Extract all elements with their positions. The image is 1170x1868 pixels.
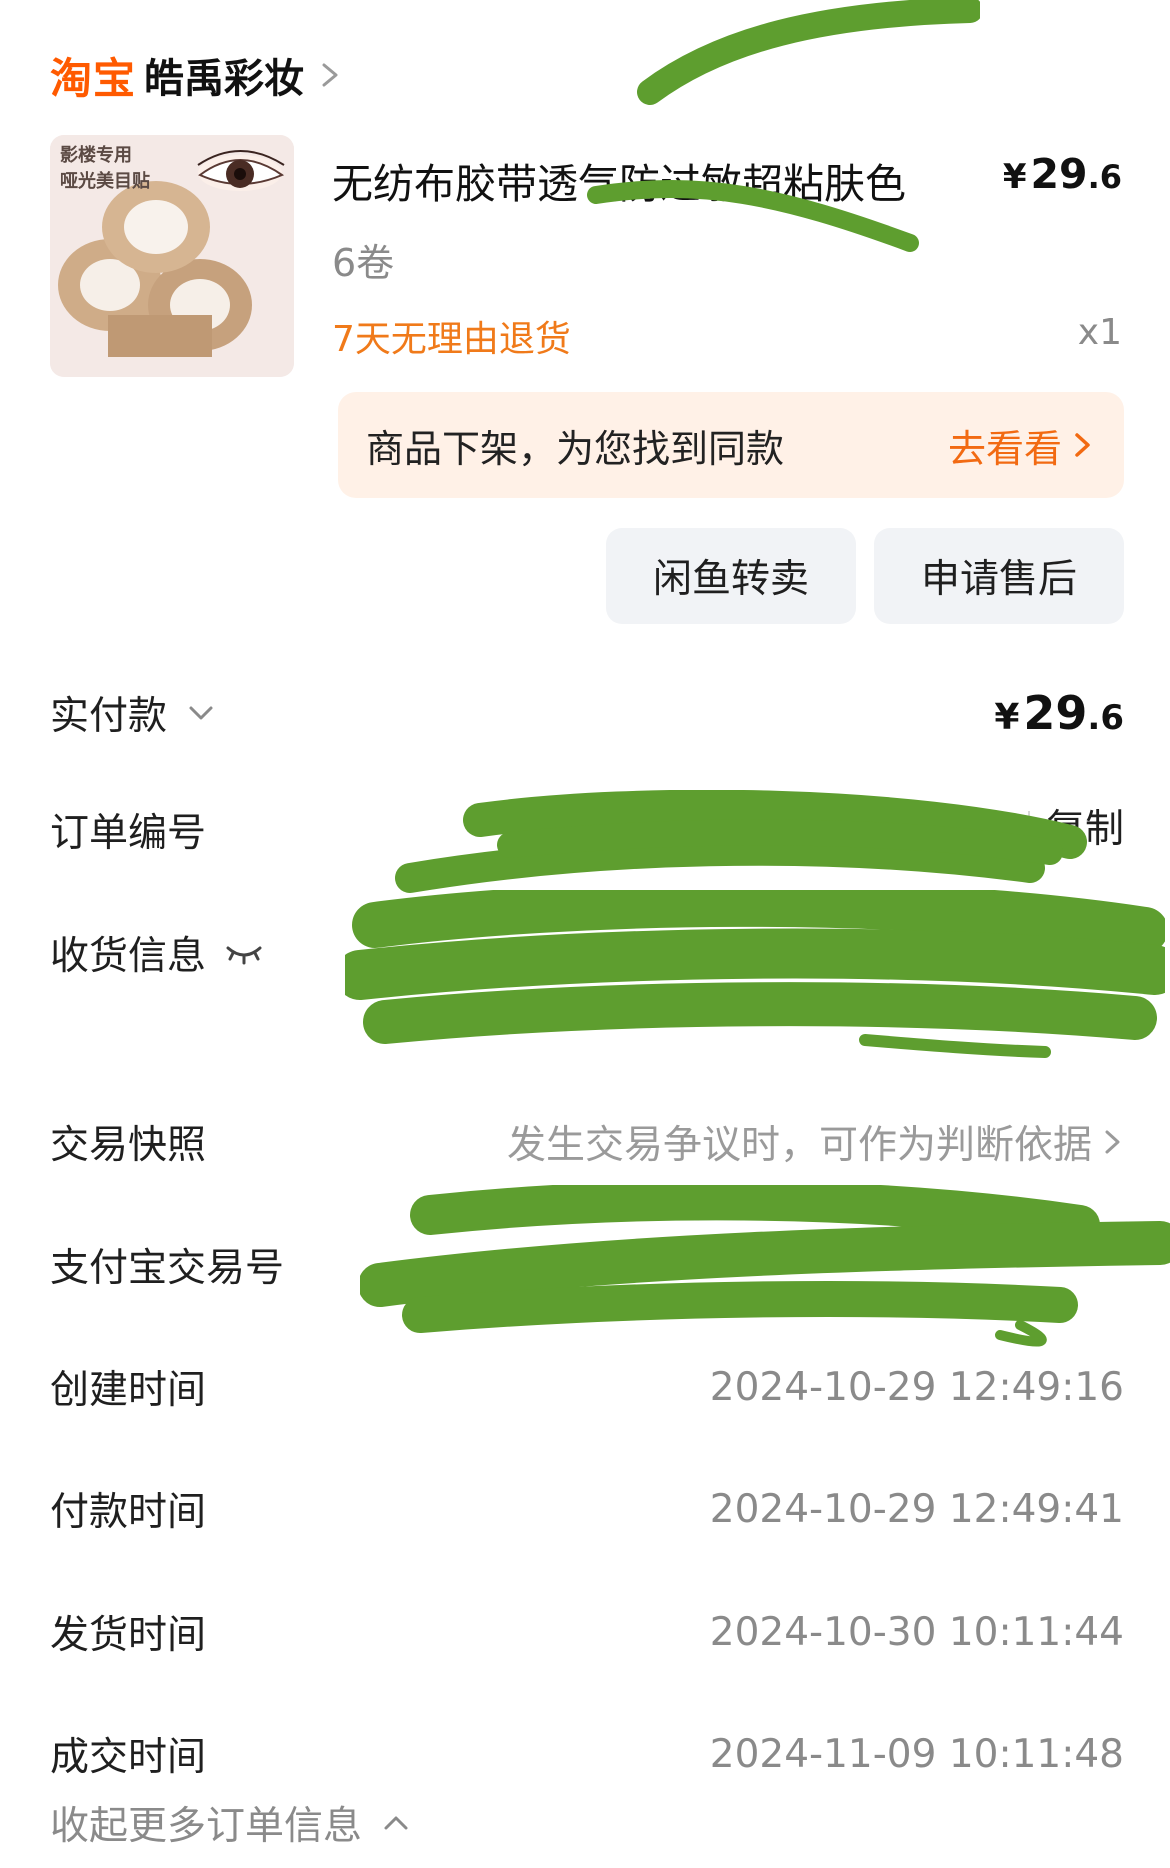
view-similar-label: 去看看 — [947, 426, 1062, 471]
product-price: ¥29.6 — [1003, 150, 1122, 198]
completed-time-row: 成交时间 2024-11-09 10:11:48 — [50, 1719, 1124, 1789]
chevron-right-icon — [322, 63, 338, 87]
price-currency: ¥ — [1002, 157, 1027, 197]
taobao-logo: 淘宝 — [50, 53, 137, 103]
total-integer: 29 — [1023, 686, 1088, 740]
alipay-trade-label: 支付宝交易号 — [50, 1246, 285, 1291]
total-paid-label: 实付款 — [50, 694, 168, 739]
order-number-row: 订单编号 复制 — [50, 795, 1124, 865]
product-spec: 6卷 — [332, 241, 395, 285]
view-similar-link[interactable]: 去看看 — [948, 418, 1094, 473]
order-number-label: 订单编号 — [50, 811, 207, 856]
snapshot-link[interactable]: 发生交易争议时，可作为判断依据 — [507, 1114, 1124, 1170]
chevron-right-icon — [1105, 1130, 1120, 1154]
snapshot-hint: 发生交易争议时，可作为判断依据 — [506, 1123, 1092, 1168]
copy-order-number-button[interactable]: 复制 — [1027, 810, 1124, 849]
product-quantity: x1 — [1077, 312, 1122, 353]
return-policy-badge: 7天无理由退货 — [332, 319, 571, 360]
product-image[interactable]: 影楼专用 哑光美目贴 — [50, 135, 294, 377]
created-time-row: 创建时间 2024-10-29 12:49:16 — [50, 1352, 1124, 1422]
shipping-info-row: 收货信息 — [50, 918, 1124, 988]
total-paid-row: 实付款 ¥29.6 — [50, 678, 1124, 748]
collapse-order-info-label: 收起更多订单信息 — [50, 1804, 363, 1849]
total-decimal: .6 — [1087, 698, 1124, 738]
collapse-order-info-button[interactable]: 收起更多订单信息 — [50, 1795, 414, 1851]
total-currency: ¥ — [994, 697, 1020, 738]
snapshot-row[interactable]: 交易快照 发生交易争议时，可作为判断依据 — [50, 1107, 1124, 1177]
paid-time-row: 付款时间 2024-10-29 12:49:41 — [50, 1474, 1124, 1544]
shop-name[interactable]: 皓禹彩妆 — [144, 46, 304, 104]
chevron-right-icon — [1075, 433, 1090, 457]
product-title[interactable]: 无纺布胶带透气防过敏超粘肤色 — [332, 150, 906, 210]
redaction-scribble — [637, 0, 980, 105]
delisted-banner: 商品下架，为您找到同款 去看看 — [338, 392, 1124, 498]
image-caption-line-1: 影楼专用 — [60, 145, 132, 166]
paid-time-value: 2024-10-29 12:49:41 — [709, 1486, 1124, 1532]
completed-time-label: 成交时间 — [50, 1735, 207, 1780]
delisted-message: 商品下架，为您找到同款 — [366, 426, 785, 471]
shipped-time-value: 2024-10-30 10:11:44 — [709, 1609, 1124, 1655]
total-paid-value: ¥29.6 — [994, 686, 1124, 740]
completed-time-value: 2024-11-09 10:11:48 — [709, 1731, 1124, 1777]
shop-header[interactable]: 淘宝 皓禹彩妆 — [50, 40, 348, 110]
shipped-time-label: 发货时间 — [50, 1613, 207, 1658]
shipped-time-row: 发货时间 2024-10-30 10:11:44 — [50, 1597, 1124, 1667]
alipay-trade-row: 支付宝交易号 — [50, 1230, 1124, 1300]
total-paid-toggle[interactable]: 实付款 — [50, 685, 221, 741]
paid-time-label: 付款时间 — [50, 1490, 207, 1535]
created-time-label: 创建时间 — [50, 1368, 207, 1413]
eye-closed-icon[interactable] — [222, 938, 266, 968]
image-caption-line-2: 哑光美目贴 — [60, 171, 150, 192]
apply-after-sale-button[interactable]: 申请售后 — [874, 528, 1124, 624]
shipping-info-label: 收货信息 — [50, 934, 207, 979]
resell-on-xianyu-button[interactable]: 闲鱼转卖 — [606, 528, 856, 624]
price-integer: 29 — [1030, 150, 1088, 198]
snapshot-label: 交易快照 — [50, 1123, 207, 1168]
chevron-down-icon — [189, 706, 213, 720]
created-time-value: 2024-10-29 12:49:16 — [709, 1364, 1124, 1410]
price-decimal: .6 — [1087, 158, 1122, 196]
chevron-up-icon — [384, 1816, 408, 1830]
